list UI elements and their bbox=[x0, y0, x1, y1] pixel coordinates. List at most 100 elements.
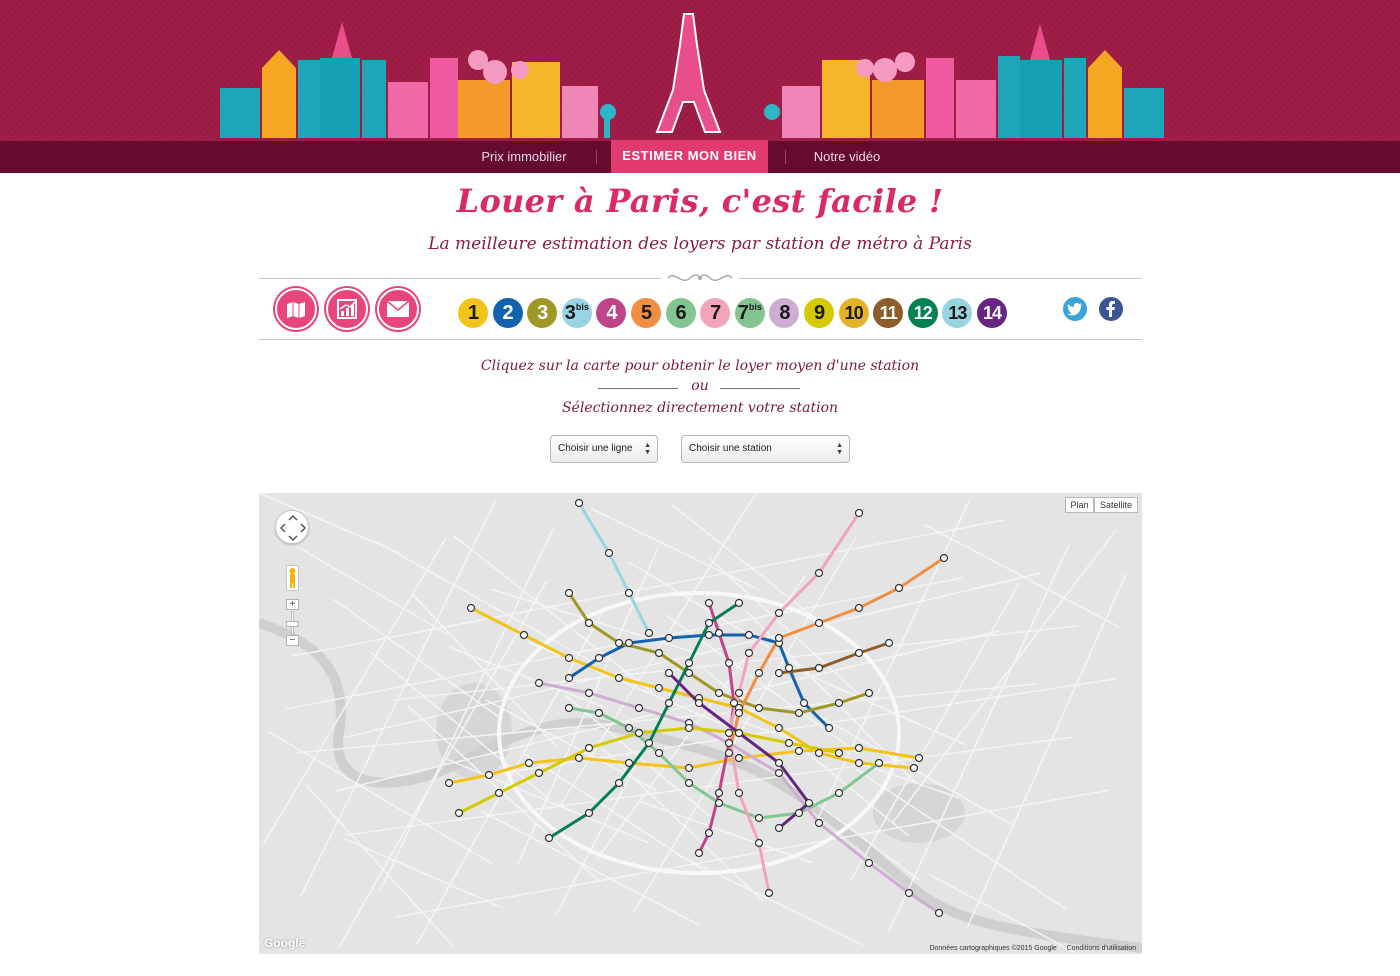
zoom-control: + − bbox=[286, 599, 299, 651]
metro-station-marker bbox=[524, 758, 534, 768]
metro-line-4-button[interactable]: 4 bbox=[596, 298, 627, 328]
metro-station-marker bbox=[774, 768, 784, 778]
metro-station-marker bbox=[834, 748, 844, 758]
nav-notre-video[interactable]: Notre vidéo bbox=[790, 141, 904, 173]
pan-control[interactable] bbox=[275, 510, 309, 544]
metro-station-marker bbox=[909, 763, 919, 773]
metro-station-marker bbox=[694, 698, 704, 708]
line-select[interactable]: Choisir une ligne ▲ ▼ bbox=[550, 435, 658, 463]
metro-line-number: 14 bbox=[982, 303, 1002, 323]
metro-station-marker bbox=[774, 723, 784, 733]
metro-station-marker bbox=[684, 668, 694, 678]
metro-station-marker bbox=[754, 838, 764, 848]
metro-station-marker bbox=[814, 818, 824, 828]
facebook-button[interactable] bbox=[1097, 295, 1125, 323]
station-select[interactable]: Choisir une station ▲ ▼ bbox=[681, 435, 850, 463]
map-button[interactable] bbox=[275, 288, 317, 330]
metro-map[interactable]: + − Plan Satellite Google Données cartog… bbox=[259, 493, 1142, 954]
metro-station-marker bbox=[774, 608, 784, 618]
metro-line-number: 4 bbox=[606, 302, 617, 324]
paris-skyline-illustration bbox=[0, 0, 1400, 141]
nav-prix-immobilier[interactable]: Prix immobilier bbox=[455, 141, 593, 173]
metro-line-5-button[interactable]: 5 bbox=[631, 298, 661, 328]
metro-station-marker bbox=[814, 748, 824, 758]
metro-station-marker bbox=[684, 763, 694, 773]
metro-station-marker bbox=[734, 728, 744, 738]
metro-station-marker bbox=[724, 728, 734, 738]
metro-station-marker bbox=[704, 618, 714, 628]
metro-station-marker bbox=[939, 553, 949, 563]
main-nav: Prix immobilier ESTIMER MON BIEN Notre v… bbox=[0, 140, 1400, 173]
metro-line-10-button[interactable]: 10 bbox=[838, 298, 869, 328]
nav-estimer-mon-bien[interactable]: ESTIMER MON BIEN bbox=[611, 140, 768, 173]
metro-station-marker bbox=[854, 743, 864, 753]
metro-station-marker bbox=[794, 746, 804, 756]
metro-line-number: 13 bbox=[948, 303, 967, 323]
metro-station-marker bbox=[914, 753, 924, 763]
metro-station-marker bbox=[754, 703, 764, 713]
page-subtitle: La meilleure estimation des loyers par s… bbox=[428, 234, 972, 254]
mail-icon bbox=[386, 300, 410, 317]
metro-line-suffix: bis bbox=[748, 302, 762, 312]
metro-station-marker bbox=[734, 788, 744, 798]
metro-station-marker bbox=[764, 888, 774, 898]
divider bbox=[259, 278, 661, 279]
metro-station-marker bbox=[684, 658, 694, 668]
twitter-button[interactable] bbox=[1061, 295, 1089, 323]
zoom-slider-handle[interactable] bbox=[286, 621, 299, 627]
metro-line-12-button[interactable]: 12 bbox=[907, 298, 938, 328]
metro-station-marker bbox=[564, 703, 574, 713]
metro-station-marker bbox=[884, 638, 894, 648]
metro-station-marker bbox=[694, 848, 704, 858]
park-bois-de-vincennes bbox=[873, 783, 965, 843]
street-view-pegman[interactable] bbox=[286, 565, 299, 591]
metro-line-1-button[interactable]: 1 bbox=[458, 298, 488, 328]
metro-line-2-button[interactable]: 2 bbox=[492, 298, 523, 328]
metro-station-marker bbox=[714, 628, 724, 638]
metro-line-11-button[interactable]: 11 bbox=[873, 298, 904, 328]
metro-line-number: 3 bbox=[537, 302, 548, 324]
metro-station-marker bbox=[714, 788, 724, 798]
metro-station-marker bbox=[614, 673, 624, 683]
metro-station-marker bbox=[734, 708, 744, 718]
map-type-plan-button[interactable]: Plan bbox=[1065, 497, 1094, 513]
map-canvas[interactable] bbox=[259, 493, 1142, 954]
metro-line-6-button[interactable]: 6 bbox=[665, 298, 696, 328]
map-type-satellite-button[interactable]: Satellite bbox=[1094, 497, 1138, 513]
map-icon bbox=[287, 302, 305, 318]
metro-line-number: 6 bbox=[675, 302, 687, 324]
metro-station-marker bbox=[564, 673, 574, 683]
zoom-out-button[interactable]: − bbox=[286, 635, 299, 646]
metro-station-marker bbox=[584, 688, 594, 698]
metro-station-marker bbox=[894, 583, 904, 593]
metro-line-3bis-button[interactable]: 3bis bbox=[561, 298, 592, 328]
metro-line-14-button[interactable]: 14 bbox=[977, 298, 1007, 328]
metro-line-7bis-button[interactable]: 7bis bbox=[734, 298, 765, 328]
header-banner bbox=[0, 0, 1400, 141]
metro-line-13-button[interactable]: 13 bbox=[942, 298, 973, 328]
metro-station-marker bbox=[904, 888, 914, 898]
metro-station-marker bbox=[724, 738, 734, 748]
metro-line-7-button[interactable]: 7 bbox=[700, 298, 731, 328]
attribution-text: Données cartographiques ©2015 Google bbox=[929, 945, 1057, 952]
metro-station-marker bbox=[654, 648, 664, 658]
terms-link[interactable]: Conditions d'utilisation bbox=[1067, 945, 1136, 952]
page: Prix immobilier ESTIMER MON BIEN Notre v… bbox=[0, 0, 1400, 976]
metro-station-marker bbox=[814, 618, 824, 628]
or-line-right bbox=[720, 388, 800, 389]
zoom-in-button[interactable]: + bbox=[286, 599, 299, 610]
metro-station-marker bbox=[494, 788, 504, 798]
stats-button[interactable] bbox=[326, 288, 368, 330]
metro-line-9-button[interactable]: 9 bbox=[804, 298, 834, 328]
metro-station-marker bbox=[834, 788, 844, 798]
metro-station-marker bbox=[744, 630, 754, 640]
contact-button[interactable] bbox=[377, 288, 419, 330]
metro-line-3-button[interactable]: 3 bbox=[527, 298, 558, 328]
metro-line-8-button[interactable]: 8 bbox=[769, 298, 800, 328]
metro-station-marker bbox=[574, 498, 584, 508]
metro-station-marker bbox=[614, 778, 624, 788]
metro-line-suffix: bis bbox=[575, 302, 589, 312]
metro-station-marker bbox=[644, 628, 654, 638]
metro-station-marker bbox=[794, 808, 804, 818]
chart-icon bbox=[337, 299, 357, 319]
